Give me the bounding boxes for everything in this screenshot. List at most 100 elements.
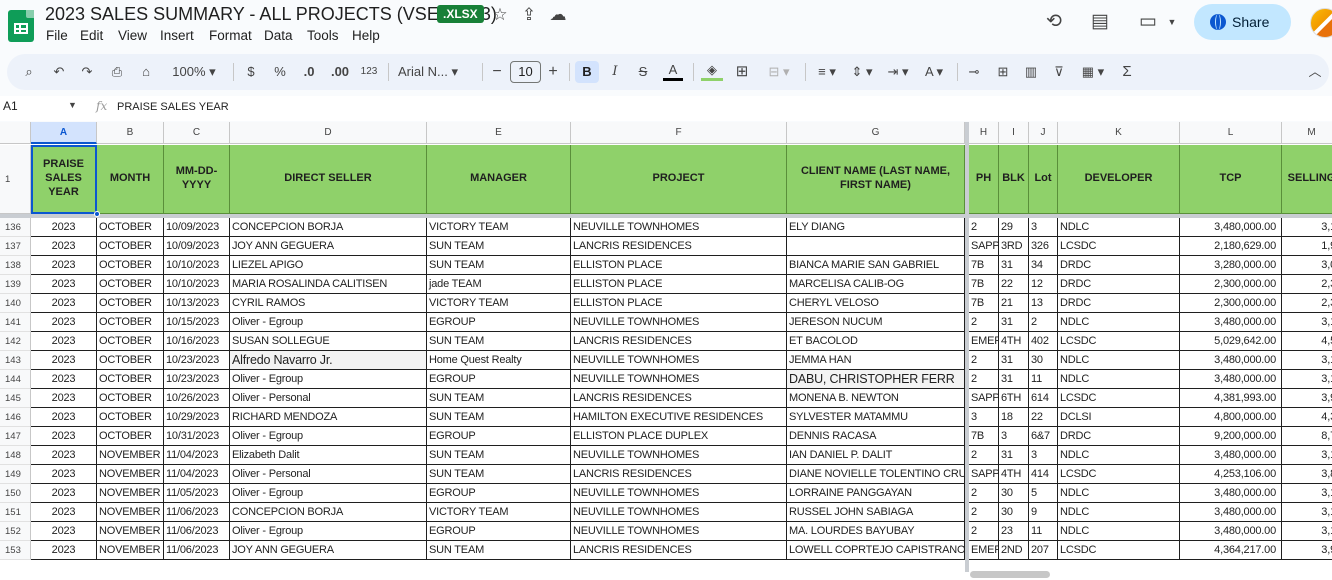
menu-insert[interactable]: Insert bbox=[160, 28, 194, 43]
column-header-c[interactable]: C bbox=[164, 122, 230, 144]
table-cell[interactable]: NOVEMBER bbox=[97, 503, 164, 522]
table-cell[interactable]: 2023 bbox=[31, 275, 97, 294]
table-cell[interactable]: 2023 bbox=[31, 408, 97, 427]
table-cell[interactable]: Oliver - Egroup bbox=[230, 522, 427, 541]
table-cell[interactable]: ELLISTON PLACE bbox=[571, 256, 787, 275]
table-cell[interactable]: 2023 bbox=[31, 332, 97, 351]
row-header[interactable]: 152 bbox=[0, 522, 31, 541]
table-cell[interactable]: LOWELL COPRTEJO CAPISTRANO bbox=[787, 541, 965, 560]
column-header-l[interactable]: L bbox=[1180, 122, 1282, 144]
row-header[interactable]: 150 bbox=[0, 484, 31, 503]
table-cell[interactable]: 9 bbox=[1029, 503, 1058, 522]
table-cell[interactable]: 10/10/2023 bbox=[164, 275, 230, 294]
table-cell[interactable]: NDLC bbox=[1058, 351, 1180, 370]
row-header[interactable]: 137 bbox=[0, 237, 31, 256]
table-cell[interactable]: LCSDC bbox=[1058, 541, 1180, 560]
column-header-a[interactable]: A bbox=[31, 122, 97, 144]
table-cell[interactable]: SUN TEAM bbox=[427, 541, 571, 560]
table-cell[interactable]: LANCRIS RESIDENCES bbox=[571, 389, 787, 408]
table-cell[interactable]: 3,1 bbox=[1282, 370, 1332, 389]
table-cell[interactable]: MARIA ROSALINDA CALITISEN bbox=[230, 275, 427, 294]
horizontal-scrollbar[interactable] bbox=[970, 571, 1050, 578]
table-cell[interactable]: CHERYL VELOSO bbox=[787, 294, 965, 313]
comments-icon[interactable]: ▤ bbox=[1088, 10, 1112, 34]
table-cell[interactable]: SUSAN SOLLEGUE bbox=[230, 332, 427, 351]
column-header-f[interactable]: F bbox=[571, 122, 787, 144]
table-cell[interactable]: 3,480,000.00 bbox=[1180, 503, 1282, 522]
table-cell[interactable]: 13 bbox=[1029, 294, 1058, 313]
table-cell[interactable]: Elizabeth Dalit bbox=[230, 446, 427, 465]
table-cell[interactable]: 10/09/2023 bbox=[164, 218, 230, 237]
italic-button[interactable]: I bbox=[605, 61, 625, 83]
menu-file[interactable]: File bbox=[46, 28, 68, 43]
row-header[interactable]: 149 bbox=[0, 465, 31, 484]
horizontal-align-icon[interactable]: ≡ ▾ bbox=[812, 61, 842, 83]
account-avatar[interactable] bbox=[1310, 8, 1332, 38]
table-cell[interactable]: DRDC bbox=[1058, 294, 1180, 313]
currency-button[interactable]: $ bbox=[241, 61, 261, 83]
table-cell[interactable]: 3,480,000.00 bbox=[1180, 351, 1282, 370]
table-cell[interactable]: 10/26/2023 bbox=[164, 389, 230, 408]
table-cell[interactable]: NOVEMBER bbox=[97, 465, 164, 484]
row-header[interactable]: 138 bbox=[0, 256, 31, 275]
column-header-k[interactable]: K bbox=[1058, 122, 1180, 144]
table-cell[interactable]: 3 bbox=[1029, 218, 1058, 237]
table-cell[interactable]: NDLC bbox=[1058, 370, 1180, 389]
table-cell[interactable]: 3,1 bbox=[1282, 313, 1332, 332]
formula-input[interactable]: PRAISE SALES YEAR bbox=[117, 101, 229, 113]
table-cell[interactable]: 3 bbox=[1029, 446, 1058, 465]
table-cell[interactable]: NOVEMBER bbox=[97, 484, 164, 503]
table-cell[interactable]: 11/04/2023 bbox=[164, 446, 230, 465]
table-cell[interactable]: NEUVILLE TOWNHOMES bbox=[571, 370, 787, 389]
table-cell[interactable]: ELLISTON PLACE DUPLEX bbox=[571, 427, 787, 446]
table-cell[interactable]: MARCELISA CALIB-OG bbox=[787, 275, 965, 294]
menu-edit[interactable]: Edit bbox=[80, 28, 103, 43]
table-cell[interactable]: 2023 bbox=[31, 541, 97, 560]
fill-color-icon[interactable]: ◈ bbox=[701, 61, 723, 81]
table-cell[interactable]: 3,1 bbox=[1282, 218, 1332, 237]
spreadsheet-grid[interactable]: ABCDEFGHIJKLM 1 PRAISE SALES YEAR MONTH MM… bbox=[0, 122, 1332, 580]
collapse-toolbar-icon[interactable]: ︿ bbox=[1305, 61, 1325, 83]
header-cell-l[interactable]: TCP bbox=[1180, 145, 1282, 214]
table-cell[interactable]: EMER bbox=[969, 541, 999, 560]
table-cell[interactable]: 2023 bbox=[31, 427, 97, 446]
table-cell[interactable]: 1,9 bbox=[1282, 237, 1332, 256]
table-cell[interactable]: OCTOBER bbox=[97, 294, 164, 313]
table-cell[interactable]: 2023 bbox=[31, 484, 97, 503]
table-cell[interactable]: NOVEMBER bbox=[97, 446, 164, 465]
table-cell[interactable]: 9,200,000.00 bbox=[1180, 427, 1282, 446]
row-header[interactable]: 143 bbox=[0, 351, 31, 370]
table-cell[interactable]: 2023 bbox=[31, 218, 97, 237]
table-cell[interactable]: NEUVILLE TOWNHOMES bbox=[571, 218, 787, 237]
table-cell[interactable]: 2023 bbox=[31, 522, 97, 541]
table-cell[interactable]: 2 bbox=[969, 370, 999, 389]
header-cell-h[interactable]: PH bbox=[969, 145, 999, 214]
insert-comment-icon[interactable]: ⊞ bbox=[992, 61, 1014, 83]
table-cell[interactable]: OCTOBER bbox=[97, 218, 164, 237]
table-cell[interactable]: NEUVILLE TOWNHOMES bbox=[571, 522, 787, 541]
table-cell[interactable]: NEUVILLE TOWNHOMES bbox=[571, 313, 787, 332]
table-cell[interactable]: BIANCA MARIE SAN GABRIEL bbox=[787, 256, 965, 275]
table-cell[interactable]: NEUVILLE TOWNHOMES bbox=[571, 446, 787, 465]
row-header[interactable]: 136 bbox=[0, 218, 31, 237]
table-cell[interactable]: 2 bbox=[969, 351, 999, 370]
menu-data[interactable]: Data bbox=[264, 28, 293, 43]
table-cell[interactable]: 2023 bbox=[31, 503, 97, 522]
table-cell[interactable]: 10/15/2023 bbox=[164, 313, 230, 332]
table-cell[interactable]: SAPP bbox=[969, 237, 999, 256]
table-cell[interactable]: DRDC bbox=[1058, 256, 1180, 275]
table-cell[interactable]: HAMILTON EXECUTIVE RESIDENCES bbox=[571, 408, 787, 427]
table-cell[interactable]: 2023 bbox=[31, 294, 97, 313]
table-cell[interactable]: NOVEMBER bbox=[97, 522, 164, 541]
table-cell[interactable]: SYLVESTER MATAMMU bbox=[787, 408, 965, 427]
table-cell[interactable]: 11 bbox=[1029, 522, 1058, 541]
table-cell[interactable]: NDLC bbox=[1058, 484, 1180, 503]
table-cell[interactable]: 10/09/2023 bbox=[164, 237, 230, 256]
table-cell[interactable]: 11/06/2023 bbox=[164, 522, 230, 541]
table-cell[interactable]: NDLC bbox=[1058, 503, 1180, 522]
column-header-e[interactable]: E bbox=[427, 122, 571, 144]
header-cell-k[interactable]: DEVELOPER bbox=[1058, 145, 1180, 214]
table-cell[interactable]: DCLSI bbox=[1058, 408, 1180, 427]
row-header[interactable]: 141 bbox=[0, 313, 31, 332]
header-cell-d[interactable]: DIRECT SELLER bbox=[230, 145, 427, 214]
